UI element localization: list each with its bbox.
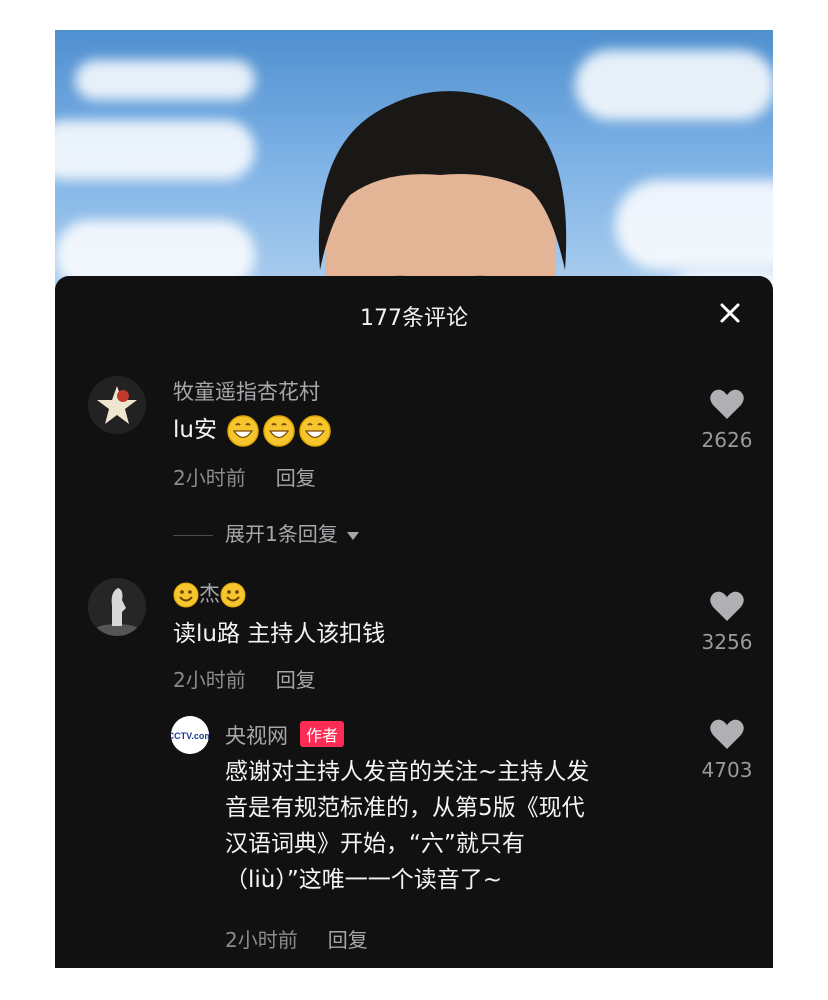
comment-username-text: 杰 — [199, 582, 220, 606]
comment-time: 2小时前 — [173, 668, 246, 692]
reply-button[interactable]: 回复 — [276, 466, 316, 490]
comments-title: 177条评论 — [360, 306, 468, 331]
comment-text: lu安 — [173, 412, 332, 448]
reply-button[interactable]: 回复 — [328, 928, 368, 952]
like-count: 2626 — [701, 428, 753, 452]
like-count: 3256 — [701, 630, 753, 654]
comment-text: 读lu路 主持人该扣钱 — [173, 621, 386, 647]
like-button[interactable]: 2626 — [692, 388, 762, 452]
comment-meta: 2小时前 回复 — [173, 462, 316, 491]
reply-text: 感谢对主持人发音的关注~主持人发 音是有规范标准的，从第5版《现代 汉语词典》开… — [225, 754, 589, 898]
close-icon[interactable] — [715, 298, 745, 328]
comment-username[interactable]: 杰 — [173, 578, 246, 608]
avatar[interactable] — [88, 578, 146, 636]
triangle-down-icon — [347, 531, 360, 540]
author-badge: 作者 — [300, 721, 345, 747]
reply-text-line: （liù）”这唯一一个读音了~ — [225, 867, 503, 893]
like-button[interactable]: 4703 — [692, 718, 762, 782]
reply-button[interactable]: 回复 — [276, 668, 316, 692]
reply-time: 2小时前 — [225, 928, 298, 952]
reply-username[interactable]: 央视网 作者 — [225, 720, 345, 750]
like-count: 4703 — [701, 758, 753, 782]
comment-username[interactable]: 牧童遥指杏花村 — [173, 376, 320, 406]
comment-time: 2小时前 — [173, 466, 246, 490]
reply-text-line: 感谢对主持人发音的关注~主持人发 — [225, 759, 590, 785]
heart-icon — [710, 719, 744, 749]
comment-text-value: lu安 — [173, 417, 217, 443]
reply-text-line: 音是有规范标准的，从第5版《现代 — [225, 795, 585, 821]
like-button[interactable]: 3256 — [692, 590, 762, 654]
grinning-emoji-icon — [227, 414, 260, 447]
grinning-emoji-icon — [299, 414, 332, 447]
expand-replies-label: 展开1条回复 — [225, 522, 338, 546]
heart-icon — [710, 389, 744, 419]
comments-panel: 177条评论 牧童遥指杏花村 lu安 2小时前 回复 2626 展开1条回复 杰… — [55, 276, 773, 968]
avatar[interactable]: CCTV.com — [171, 716, 209, 754]
reply-username-text: 央视网 — [225, 724, 288, 748]
expand-replies-button[interactable]: 展开1条回复 — [173, 518, 360, 547]
smiling-emoji-icon — [220, 582, 246, 608]
reply-meta: 2小时前 回复 — [225, 924, 368, 953]
avatar[interactable] — [88, 376, 146, 434]
divider-line — [173, 535, 213, 536]
heart-icon — [710, 591, 744, 621]
comment-meta: 2小时前 回复 — [173, 664, 316, 693]
smiling-emoji-icon — [173, 582, 199, 608]
grinning-emoji-icon — [263, 414, 296, 447]
reply-text-line: 汉语词典》开始，“六”就只有 — [225, 831, 525, 857]
cctv-logo-text: CCTV.com — [171, 731, 209, 741]
